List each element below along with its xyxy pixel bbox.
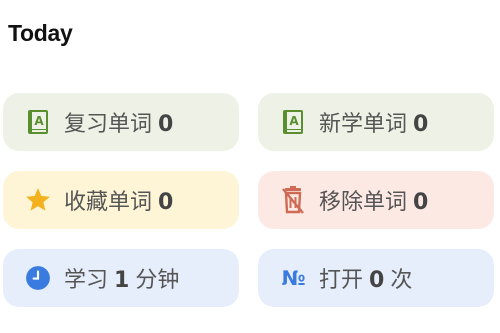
favorite-words-card[interactable]: 收藏单词 0 bbox=[3, 171, 239, 229]
book-icon: A bbox=[24, 108, 52, 136]
star-icon bbox=[24, 186, 52, 214]
review-words-label: 复习单词 bbox=[64, 112, 153, 137]
opened-count: 0 bbox=[369, 268, 385, 293]
svg-text:A: A bbox=[34, 114, 44, 128]
new-words-count: 0 bbox=[413, 112, 429, 137]
study-time-card[interactable]: 学习 1 分钟 bbox=[3, 249, 239, 307]
clock-icon bbox=[24, 264, 52, 292]
favorite-words-count: 0 bbox=[158, 190, 174, 215]
opened-prefix: 打开 bbox=[319, 268, 364, 293]
study-time-suffix: 分钟 bbox=[135, 268, 180, 293]
new-words-label: 新学单词 bbox=[319, 112, 408, 137]
favorite-words-label: 收藏单词 bbox=[64, 190, 153, 215]
review-words-count: 0 bbox=[158, 112, 174, 137]
new-words-card[interactable]: A 新学单词 0 bbox=[258, 93, 494, 151]
opened-count-card[interactable]: № 打开 0 次 bbox=[258, 249, 494, 307]
removed-words-count: 0 bbox=[413, 190, 429, 215]
study-time-prefix: 学习 bbox=[64, 268, 109, 293]
section-title-today: Today bbox=[8, 20, 73, 46]
numero-sign: № bbox=[281, 266, 305, 290]
svg-text:A: A bbox=[289, 114, 299, 128]
removed-words-label: 移除单词 bbox=[319, 190, 408, 215]
review-words-card[interactable]: A 复习单词 0 bbox=[3, 93, 239, 151]
numero-icon: № bbox=[279, 264, 307, 292]
opened-suffix: 次 bbox=[390, 268, 413, 293]
removed-words-card[interactable]: 移除单词 0 bbox=[258, 171, 494, 229]
book-icon: A bbox=[279, 108, 307, 136]
trash-off-icon bbox=[279, 186, 307, 214]
study-time-count: 1 bbox=[114, 268, 130, 293]
